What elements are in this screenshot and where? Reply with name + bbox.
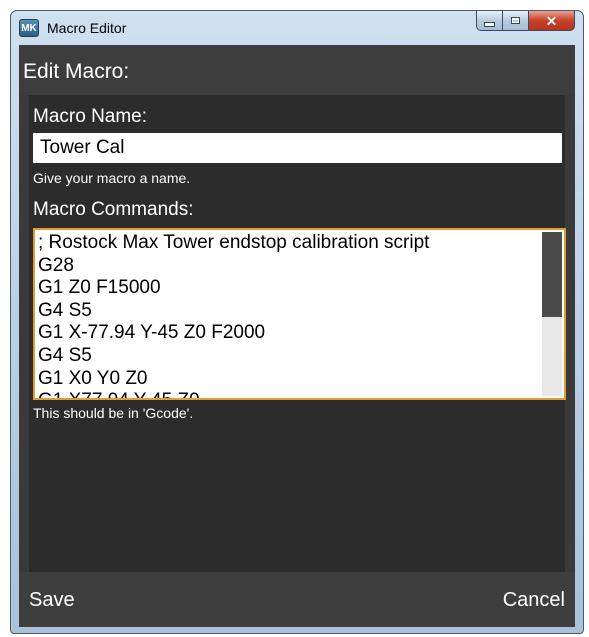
command-line: ; Rostock Max Tower endstop calibration …	[38, 232, 430, 253]
macro-name-hint: Give your macro a name.	[33, 170, 191, 186]
macro-name-input[interactable]	[33, 133, 562, 163]
close-button[interactable]: ✕	[529, 11, 575, 31]
command-line: G1 X0 Y0 Z0	[38, 367, 148, 389]
window-controls: ✕	[476, 11, 575, 31]
close-icon: ✕	[545, 12, 558, 29]
command-line: G1 X-77.94 Y-45 Z0 F2000	[38, 322, 266, 344]
commands-text: ; Rostock Max Tower endstop calibration …	[38, 232, 543, 398]
cancel-button[interactable]: Cancel	[503, 589, 565, 612]
footer-bar: Save Cancel	[19, 572, 575, 627]
command-line: G1 X77.94 Y-45 Z0	[38, 390, 543, 398]
maximize-icon	[511, 17, 520, 24]
macro-editor-window: MK Macro Editor ✕ Edit Macro: Macro Name…	[10, 10, 584, 634]
command-line: G4 S5	[38, 344, 92, 366]
title-bar[interactable]: MK Macro Editor ✕	[11, 11, 583, 45]
app-icon: MK	[19, 19, 39, 37]
macro-commands-hint: This should be in 'Gcode'.	[33, 405, 194, 421]
minimize-button[interactable]	[476, 11, 503, 31]
command-line: G28	[38, 254, 74, 276]
page-title: Edit Macro:	[23, 60, 130, 83]
header-bar: Edit Macro:	[19, 45, 575, 95]
commands-scrollbar[interactable]	[542, 232, 562, 396]
form-panel: Macro Name: Give your macro a name. Macr…	[29, 95, 566, 572]
command-line: G1 Z0 F15000	[38, 277, 161, 299]
client-area: Edit Macro: Macro Name: Give your macro …	[19, 45, 575, 627]
window-title: Macro Editor	[47, 20, 127, 36]
command-line: G4 S5	[38, 299, 92, 321]
minimize-icon	[484, 21, 495, 27]
maximize-button[interactable]	[503, 11, 529, 31]
scrollbar-thumb[interactable]	[542, 232, 562, 317]
save-button[interactable]: Save	[29, 589, 75, 612]
macro-name-label: Macro Name:	[33, 106, 148, 127]
macro-commands-label: Macro Commands:	[33, 199, 194, 220]
macro-commands-textarea[interactable]: ; Rostock Max Tower endstop calibration …	[33, 228, 566, 400]
